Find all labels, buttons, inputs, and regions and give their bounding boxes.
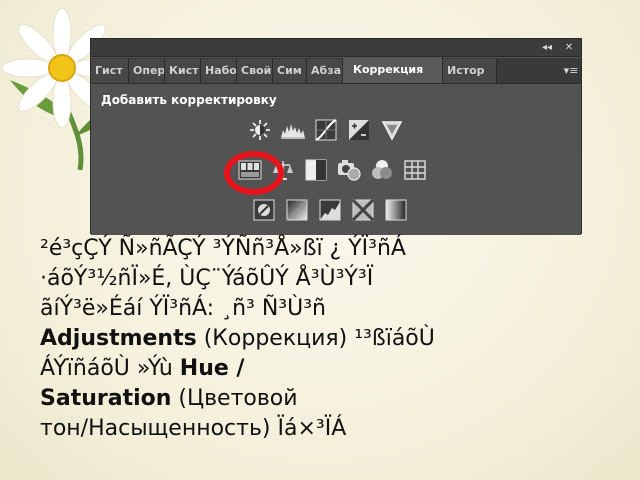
adjustments-body: Добавить корректировку (91, 85, 581, 235)
caption-line-4-rest: (Коррекция) ¹³ßïáõÙ (196, 326, 435, 351)
posterize-icon[interactable] (284, 199, 310, 221)
tab-histogram[interactable]: Гист (91, 59, 129, 83)
adjustments-panel: ◂◂ ✕ Гист Опер Кист Набо Свой Сим Абза К… (90, 38, 582, 235)
saturation-term: Saturation (40, 386, 172, 411)
panel-menu-icon[interactable]: ▾≡ (561, 59, 581, 83)
adjustment-icon-row-1 (247, 119, 405, 141)
adjustments-term: Adjustments (40, 326, 197, 351)
hue-saturation-icon[interactable] (237, 159, 263, 181)
brightness-contrast-icon[interactable] (247, 119, 273, 141)
panel-tab-bar: Гист Опер Кист Набо Свой Сим Абза Коррек… (91, 57, 581, 84)
collapse-panel-button[interactable]: ◂◂ (539, 41, 555, 55)
tab-paragraph[interactable]: Абза (307, 59, 343, 83)
selective-color-icon[interactable] (350, 199, 376, 221)
color-balance-icon[interactable] (270, 159, 296, 181)
tab-adjustments[interactable]: Коррекция (343, 57, 443, 83)
channel-mixer-icon[interactable] (369, 159, 395, 181)
tab-presets[interactable]: Набо (201, 59, 237, 83)
caption-line-6-rest: (Цветовой (171, 386, 298, 411)
add-adjustment-title: Добавить корректировку (101, 93, 277, 107)
caption-line-2: ·áõÝ³½ñÏ»É, ÙÇ¨ÝáõÛÝ Å³Ù³Ý³Ï (40, 266, 374, 291)
caption-line-6: Saturation (Цветовой (40, 384, 620, 414)
tab-brushes[interactable]: Кист (165, 59, 201, 83)
hue-term: Hue / (179, 356, 245, 381)
panel-title-bar: ◂◂ ✕ (91, 39, 581, 57)
instruction-caption: ²é³çÇÝ Ñ»ñÃÇÝ ³ÝÑñ³Å»ßï ¿ ÝÏ³ñÁ ·áõÝ³½ñÏ… (40, 234, 620, 444)
invert-icon[interactable] (251, 199, 277, 221)
tab-properties[interactable]: Свой (237, 59, 273, 83)
adjustment-icon-row-3 (251, 199, 409, 221)
tab-operations[interactable]: Опер (129, 59, 165, 83)
caption-line-5-start: ÁÝïñáõÙ »Ýù (40, 356, 180, 381)
caption-line-1: ²é³çÇÝ Ñ»ñÃÇÝ ³ÝÑñ³Å»ßï ¿ ÝÏ³ñÁ (40, 236, 406, 261)
tab-character[interactable]: Сим (273, 59, 307, 83)
levels-icon[interactable] (280, 119, 306, 141)
photo-filter-icon[interactable] (336, 159, 362, 181)
threshold-icon[interactable] (317, 199, 343, 221)
tab-history[interactable]: Истор (443, 59, 497, 83)
gradient-map-icon[interactable] (383, 199, 409, 221)
color-lookup-icon[interactable] (402, 159, 428, 181)
close-panel-button[interactable]: ✕ (561, 41, 577, 55)
vibrance-icon[interactable] (379, 119, 405, 141)
adjustment-icon-row-2 (237, 159, 428, 181)
caption-line-4: Adjustments (Коррекция) ¹³ßïáõÙ (40, 324, 620, 354)
caption-line-5: ÁÝïñáõÙ »Ýù Hue / (40, 354, 620, 384)
curves-icon[interactable] (313, 119, 339, 141)
caption-line-7: тон/Насыщенность) Ïá×³ÏÁ (40, 416, 347, 441)
exposure-icon[interactable] (346, 119, 372, 141)
caption-line-3: ãíÝ³ë»Éáí ÝÏ³ñÁ: ¸ñ³ Ñ³Ù³ñ (40, 296, 326, 321)
black-white-icon[interactable] (303, 159, 329, 181)
